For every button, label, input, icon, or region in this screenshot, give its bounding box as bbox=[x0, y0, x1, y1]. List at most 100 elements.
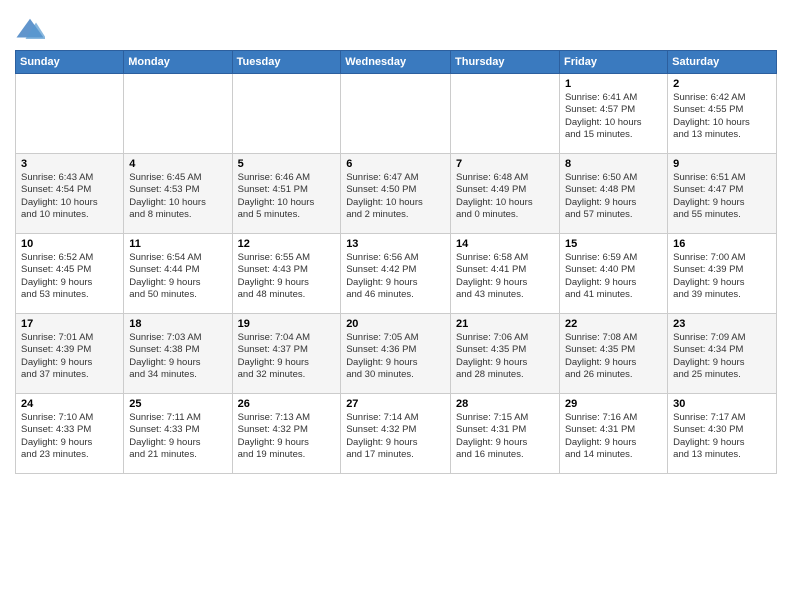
day-info: Sunrise: 7:08 AM Sunset: 4:35 PM Dayligh… bbox=[565, 332, 662, 381]
weekday-header-monday: Monday bbox=[124, 51, 232, 74]
day-cell: 23 Sunrise: 7:09 AM Sunset: 4:34 PM Dayli… bbox=[668, 314, 777, 394]
weekday-header-saturday: Saturday bbox=[668, 51, 777, 74]
day-cell: 26 Sunrise: 7:13 AM Sunset: 4:32 PM Dayli… bbox=[232, 394, 341, 474]
day-number: 25 bbox=[129, 398, 226, 410]
day-cell: 18 Sunrise: 7:03 AM Sunset: 4:38 PM Dayli… bbox=[124, 314, 232, 394]
day-number: 5 bbox=[238, 158, 336, 170]
day-cell: 22 Sunrise: 7:08 AM Sunset: 4:35 PM Dayli… bbox=[559, 314, 667, 394]
day-number: 28 bbox=[456, 398, 554, 410]
day-info: Sunrise: 7:06 AM Sunset: 4:35 PM Dayligh… bbox=[456, 332, 554, 381]
day-info: Sunrise: 6:51 AM Sunset: 4:47 PM Dayligh… bbox=[673, 172, 771, 221]
day-number: 17 bbox=[21, 318, 118, 330]
day-info: Sunrise: 7:00 AM Sunset: 4:39 PM Dayligh… bbox=[673, 252, 771, 301]
day-info: Sunrise: 6:52 AM Sunset: 4:45 PM Dayligh… bbox=[21, 252, 118, 301]
day-number: 3 bbox=[21, 158, 118, 170]
week-row-2: 10 Sunrise: 6:52 AM Sunset: 4:45 PM Dayli… bbox=[16, 234, 777, 314]
day-number: 24 bbox=[21, 398, 118, 410]
day-cell: 15 Sunrise: 6:59 AM Sunset: 4:40 PM Dayli… bbox=[559, 234, 667, 314]
day-cell: 20 Sunrise: 7:05 AM Sunset: 4:36 PM Dayli… bbox=[341, 314, 451, 394]
day-number: 23 bbox=[673, 318, 771, 330]
week-row-0: 1 Sunrise: 6:41 AM Sunset: 4:57 PM Daylig… bbox=[16, 74, 777, 154]
week-row-1: 3 Sunrise: 6:43 AM Sunset: 4:54 PM Daylig… bbox=[16, 154, 777, 234]
day-cell: 7 Sunrise: 6:48 AM Sunset: 4:49 PM Daylig… bbox=[451, 154, 560, 234]
day-number: 6 bbox=[346, 158, 445, 170]
day-number: 8 bbox=[565, 158, 662, 170]
day-number: 30 bbox=[673, 398, 771, 410]
day-cell: 29 Sunrise: 7:16 AM Sunset: 4:31 PM Dayli… bbox=[559, 394, 667, 474]
logo-icon bbox=[15, 15, 45, 45]
day-cell: 8Sunrise: 6:50 AM Sunset: 4:48 PM Daylig… bbox=[559, 154, 667, 234]
day-cell bbox=[16, 74, 124, 154]
day-cell: 1 Sunrise: 6:41 AM Sunset: 4:57 PM Daylig… bbox=[559, 74, 667, 154]
day-number: 27 bbox=[346, 398, 445, 410]
day-cell: 21 Sunrise: 7:06 AM Sunset: 4:35 PM Dayli… bbox=[451, 314, 560, 394]
week-row-3: 17 Sunrise: 7:01 AM Sunset: 4:39 PM Dayli… bbox=[16, 314, 777, 394]
day-info: Sunrise: 6:48 AM Sunset: 4:49 PM Dayligh… bbox=[456, 172, 554, 221]
day-info: Sunrise: 7:14 AM Sunset: 4:32 PM Dayligh… bbox=[346, 412, 445, 461]
day-number: 16 bbox=[673, 238, 771, 250]
day-info: Sunrise: 6:54 AM Sunset: 4:44 PM Dayligh… bbox=[129, 252, 226, 301]
day-info: Sunrise: 7:03 AM Sunset: 4:38 PM Dayligh… bbox=[129, 332, 226, 381]
logo bbox=[15, 15, 49, 45]
day-info: Sunrise: 7:16 AM Sunset: 4:31 PM Dayligh… bbox=[565, 412, 662, 461]
day-info: Sunrise: 6:47 AM Sunset: 4:50 PM Dayligh… bbox=[346, 172, 445, 221]
day-number: 18 bbox=[129, 318, 226, 330]
day-info: Sunrise: 6:43 AM Sunset: 4:54 PM Dayligh… bbox=[21, 172, 118, 221]
day-info: Sunrise: 7:01 AM Sunset: 4:39 PM Dayligh… bbox=[21, 332, 118, 381]
day-cell: 6 Sunrise: 6:47 AM Sunset: 4:50 PM Daylig… bbox=[341, 154, 451, 234]
day-info: Sunrise: 6:58 AM Sunset: 4:41 PM Dayligh… bbox=[456, 252, 554, 301]
day-number: 29 bbox=[565, 398, 662, 410]
day-cell: 14 Sunrise: 6:58 AM Sunset: 4:41 PM Dayli… bbox=[451, 234, 560, 314]
day-cell: 16 Sunrise: 7:00 AM Sunset: 4:39 PM Dayli… bbox=[668, 234, 777, 314]
day-cell: 17 Sunrise: 7:01 AM Sunset: 4:39 PM Dayli… bbox=[16, 314, 124, 394]
day-cell: 11 Sunrise: 6:54 AM Sunset: 4:44 PM Dayli… bbox=[124, 234, 232, 314]
day-number: 10 bbox=[21, 238, 118, 250]
weekday-header-wednesday: Wednesday bbox=[341, 51, 451, 74]
day-cell: 2Sunrise: 6:42 AM Sunset: 4:55 PM Daylig… bbox=[668, 74, 777, 154]
day-cell: 10 Sunrise: 6:52 AM Sunset: 4:45 PM Dayli… bbox=[16, 234, 124, 314]
day-cell: 12 Sunrise: 6:55 AM Sunset: 4:43 PM Dayli… bbox=[232, 234, 341, 314]
day-cell: 24Sunrise: 7:10 AM Sunset: 4:33 PM Dayli… bbox=[16, 394, 124, 474]
day-info: Sunrise: 6:55 AM Sunset: 4:43 PM Dayligh… bbox=[238, 252, 336, 301]
day-info: Sunrise: 6:46 AM Sunset: 4:51 PM Dayligh… bbox=[238, 172, 336, 221]
day-number: 4 bbox=[129, 158, 226, 170]
weekday-header-friday: Friday bbox=[559, 51, 667, 74]
day-number: 9 bbox=[673, 158, 771, 170]
day-number: 21 bbox=[456, 318, 554, 330]
day-cell: 9 Sunrise: 6:51 AM Sunset: 4:47 PM Daylig… bbox=[668, 154, 777, 234]
day-info: Sunrise: 7:04 AM Sunset: 4:37 PM Dayligh… bbox=[238, 332, 336, 381]
day-info: Sunrise: 6:45 AM Sunset: 4:53 PM Dayligh… bbox=[129, 172, 226, 221]
week-row-4: 24Sunrise: 7:10 AM Sunset: 4:33 PM Dayli… bbox=[16, 394, 777, 474]
day-number: 26 bbox=[238, 398, 336, 410]
main-container: SundayMondayTuesdayWednesdayThursdayFrid… bbox=[0, 0, 792, 479]
weekday-header-thursday: Thursday bbox=[451, 51, 560, 74]
day-number: 22 bbox=[565, 318, 662, 330]
day-number: 15 bbox=[565, 238, 662, 250]
day-cell: 3 Sunrise: 6:43 AM Sunset: 4:54 PM Daylig… bbox=[16, 154, 124, 234]
day-cell bbox=[451, 74, 560, 154]
day-number: 7 bbox=[456, 158, 554, 170]
day-number: 1 bbox=[565, 78, 662, 90]
day-info: Sunrise: 6:41 AM Sunset: 4:57 PM Dayligh… bbox=[565, 92, 662, 141]
day-cell: 5 Sunrise: 6:46 AM Sunset: 4:51 PM Daylig… bbox=[232, 154, 341, 234]
weekday-header-tuesday: Tuesday bbox=[232, 51, 341, 74]
weekday-header-sunday: Sunday bbox=[16, 51, 124, 74]
day-info: Sunrise: 7:09 AM Sunset: 4:34 PM Dayligh… bbox=[673, 332, 771, 381]
day-number: 14 bbox=[456, 238, 554, 250]
day-cell: 13Sunrise: 6:56 AM Sunset: 4:42 PM Dayli… bbox=[341, 234, 451, 314]
day-cell: 25Sunrise: 7:11 AM Sunset: 4:33 PM Dayli… bbox=[124, 394, 232, 474]
day-info: Sunrise: 6:42 AM Sunset: 4:55 PM Dayligh… bbox=[673, 92, 771, 141]
calendar-body: 1 Sunrise: 6:41 AM Sunset: 4:57 PM Daylig… bbox=[16, 74, 777, 474]
weekday-row: SundayMondayTuesdayWednesdayThursdayFrid… bbox=[16, 51, 777, 74]
day-info: Sunrise: 6:59 AM Sunset: 4:40 PM Dayligh… bbox=[565, 252, 662, 301]
day-info: Sunrise: 7:05 AM Sunset: 4:36 PM Dayligh… bbox=[346, 332, 445, 381]
day-number: 12 bbox=[238, 238, 336, 250]
day-cell bbox=[341, 74, 451, 154]
day-info: Sunrise: 7:17 AM Sunset: 4:30 PM Dayligh… bbox=[673, 412, 771, 461]
header-row bbox=[15, 10, 777, 45]
day-number: 11 bbox=[129, 238, 226, 250]
day-number: 20 bbox=[346, 318, 445, 330]
day-cell: 19 Sunrise: 7:04 AM Sunset: 4:37 PM Dayli… bbox=[232, 314, 341, 394]
day-number: 19 bbox=[238, 318, 336, 330]
day-info: Sunrise: 7:13 AM Sunset: 4:32 PM Dayligh… bbox=[238, 412, 336, 461]
